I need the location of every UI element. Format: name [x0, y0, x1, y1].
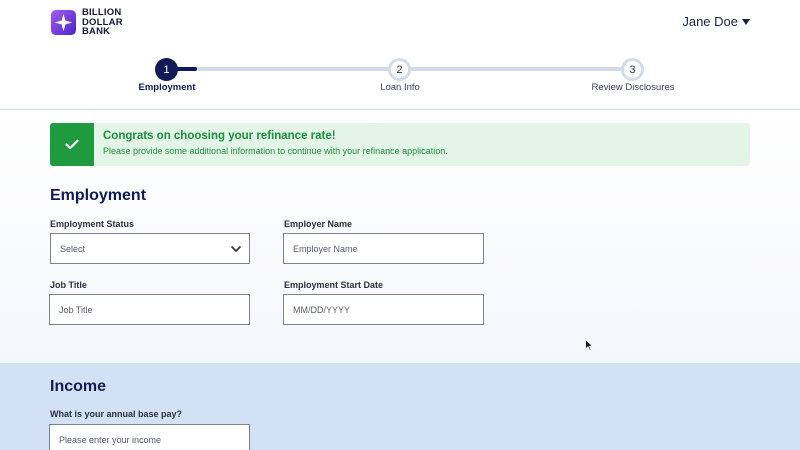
- employment-status-label: Employment Status: [50, 219, 135, 229]
- employment-start-date-input[interactable]: [283, 294, 484, 325]
- job-title-label: Job Title: [50, 280, 87, 290]
- caret-down-icon: [742, 18, 750, 25]
- checkmark-icon: [65, 139, 79, 150]
- employer-name-label: Employer Name: [284, 219, 353, 229]
- step-2-circle[interactable]: 2: [388, 58, 411, 81]
- alert-title: Congrats on choosing your refinance rate…: [103, 130, 336, 142]
- user-name: Jane Doe: [682, 14, 738, 29]
- employment-status-value: Select: [60, 243, 86, 254]
- step-number: 2: [396, 63, 403, 76]
- bank-logo[interactable]: BILLION DOLLAR BANK: [50, 8, 132, 37]
- employment-section-title: Employment: [50, 187, 147, 204]
- alert-icon-box: [50, 123, 94, 166]
- step-3-circle[interactable]: 3: [621, 58, 644, 81]
- step-number: 1: [163, 63, 170, 76]
- success-alert: Congrats on choosing your refinance rate…: [50, 123, 750, 166]
- alert-message: Please provide some additional informati…: [103, 146, 448, 156]
- employment-start-date-label: Employment Start Date: [284, 280, 384, 290]
- step-2-label: Loan Info: [380, 82, 420, 93]
- employment-status-select[interactable]: Select: [50, 233, 250, 264]
- annual-base-pay-input[interactable]: [49, 424, 250, 450]
- step-1-circle[interactable]: 1: [155, 58, 178, 81]
- step-number: 3: [629, 63, 636, 76]
- bank-name: BILLION DOLLAR BANK: [82, 8, 132, 37]
- bank-name-line: BANK: [82, 26, 111, 37]
- step-3-label: Review Disclosures: [591, 82, 675, 93]
- chevron-down-icon: [231, 246, 241, 252]
- job-title-input[interactable]: [49, 294, 250, 325]
- user-menu[interactable]: Jane Doe: [682, 14, 750, 29]
- income-section-title: Income: [50, 378, 107, 395]
- header-divider: [0, 109, 800, 110]
- mouse-cursor-icon: [585, 339, 593, 351]
- step-1-label: Employment: [138, 82, 196, 93]
- annual-base-pay-label: What is your annual base pay?: [50, 409, 183, 419]
- employer-name-input[interactable]: [283, 233, 484, 264]
- sparkle-hexagon-icon: [50, 9, 77, 35]
